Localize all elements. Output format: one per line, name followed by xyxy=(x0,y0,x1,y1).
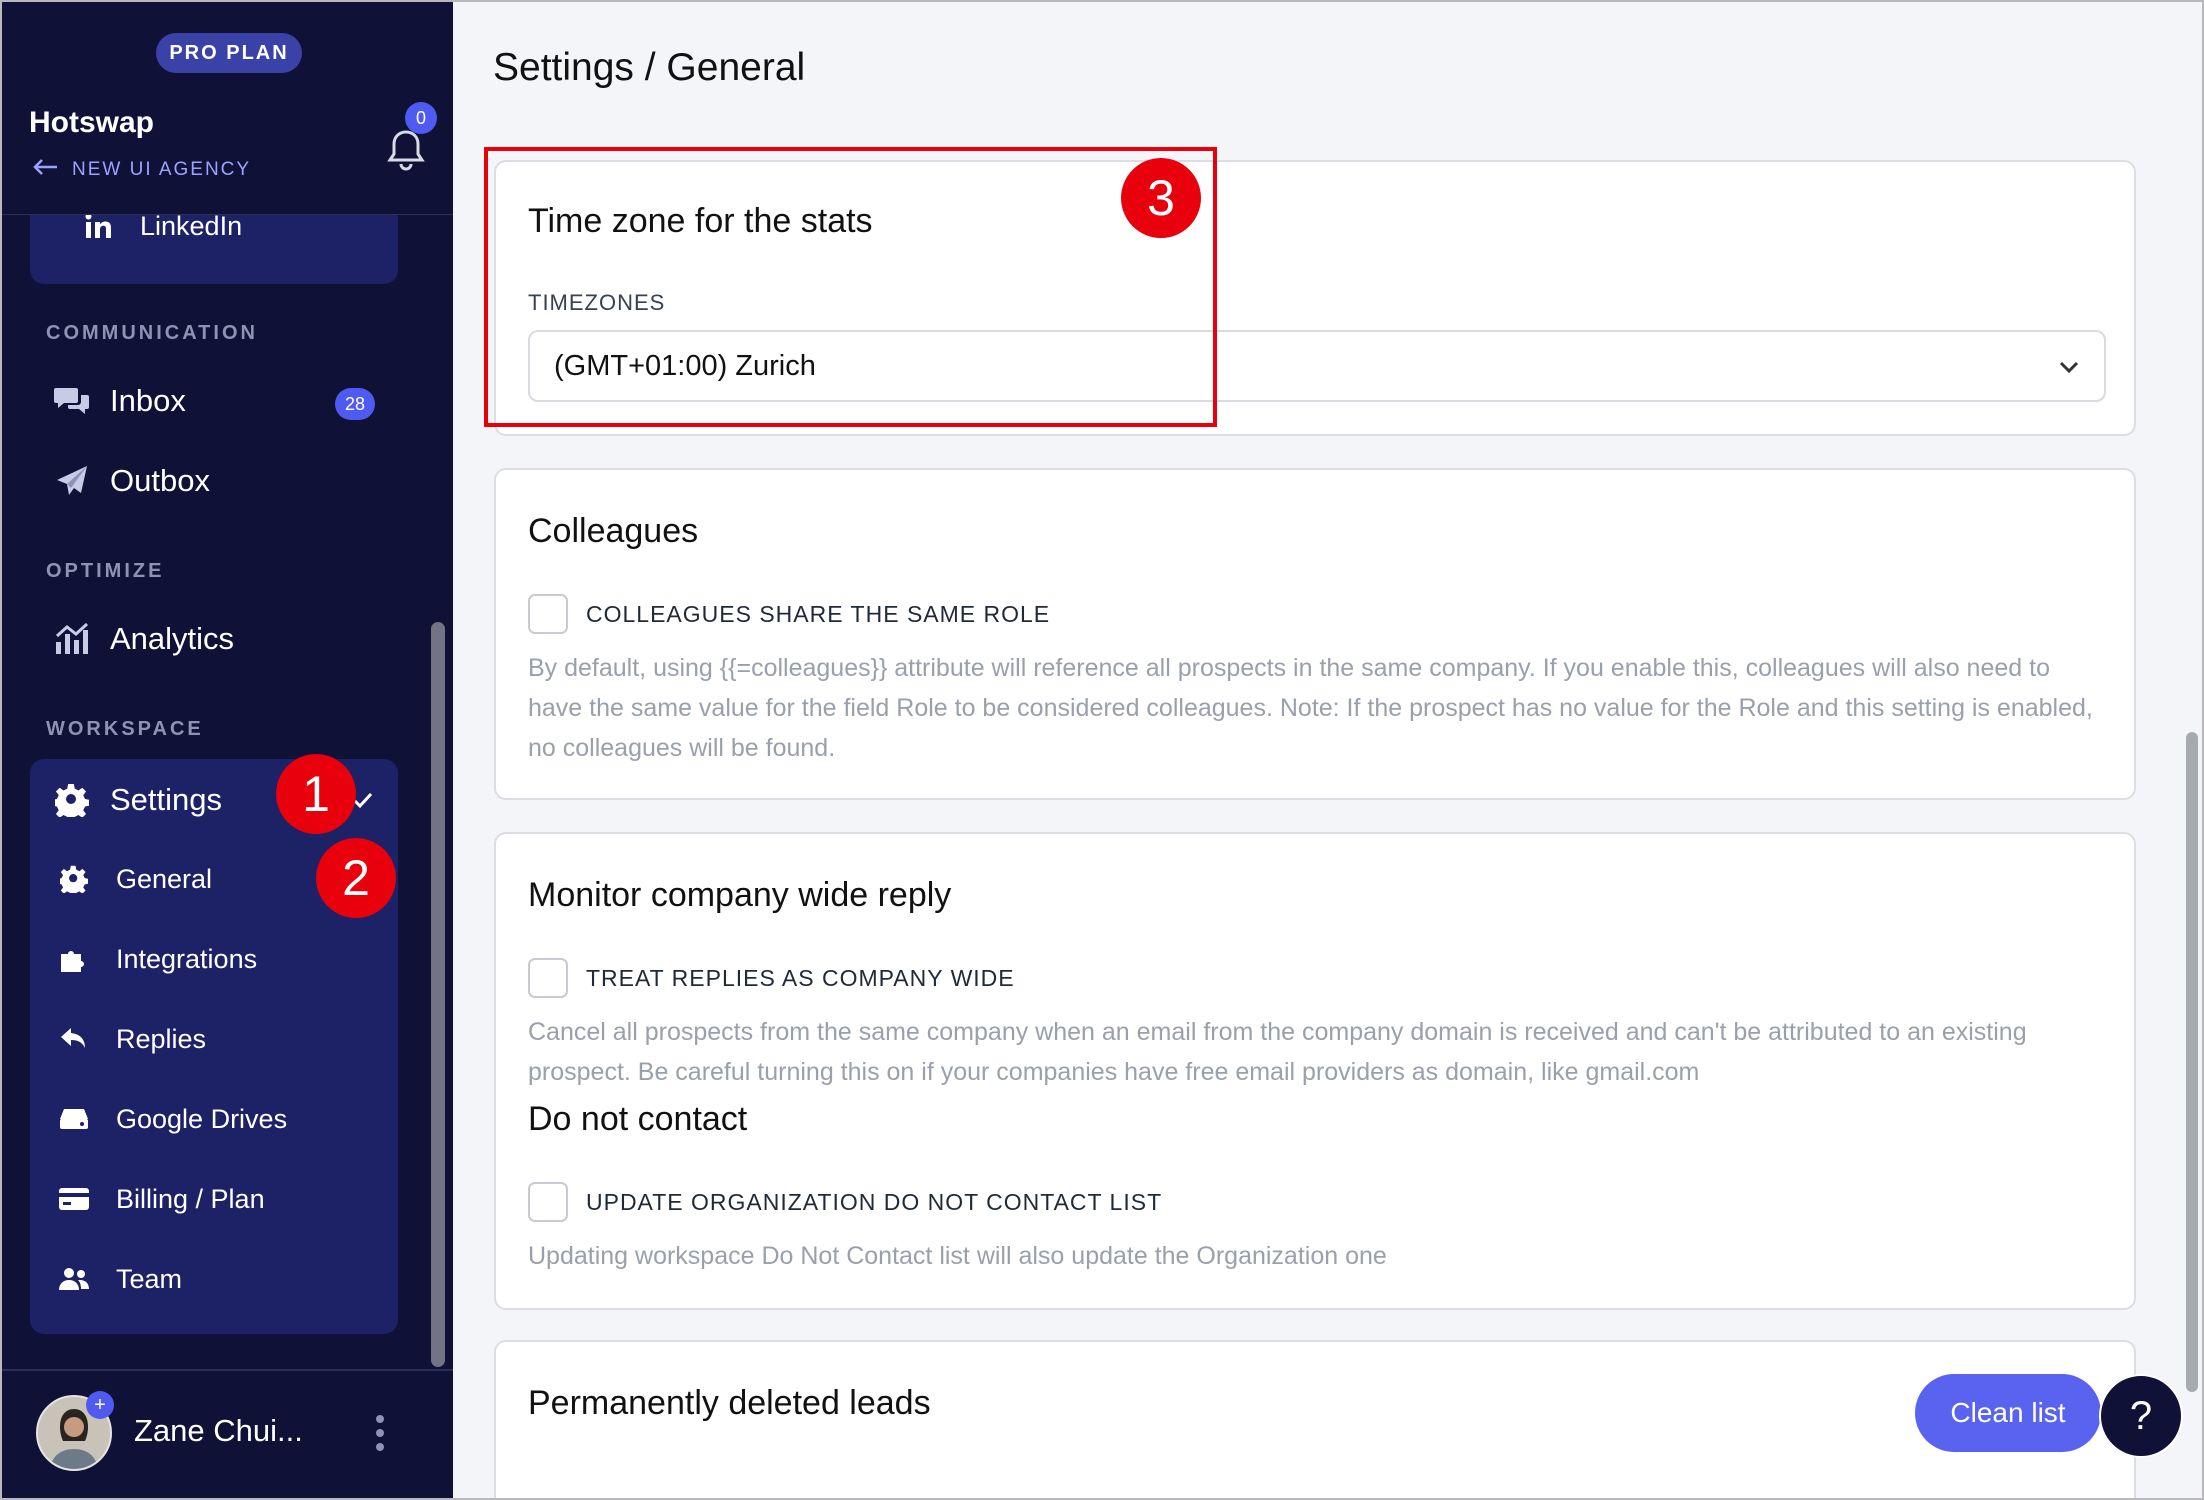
paper-plane-icon xyxy=(52,461,92,501)
help-button[interactable]: ? xyxy=(2099,1374,2183,1458)
user-name[interactable]: Zane Chui... xyxy=(134,1413,303,1449)
notification-count-badge: 0 xyxy=(405,102,437,134)
colleagues-role-option: COLLEAGUES SHARE THE SAME ROLE xyxy=(528,594,1050,634)
sidebar-subitem-replies[interactable]: Replies xyxy=(54,1019,206,1059)
gear-icon xyxy=(52,780,92,820)
page-title: Settings / General xyxy=(493,46,806,89)
step-marker-1: 1 xyxy=(276,754,356,834)
inbox-count-badge: 28 xyxy=(335,388,375,420)
main-content: Settings / General Time zone for the sta… xyxy=(453,2,2202,1498)
app-window: LinkedIn COMMUNICATION Inbox 28 Outbox O… xyxy=(0,0,2204,1500)
sidebar-scrollbar[interactable] xyxy=(431,622,445,1367)
plan-badge: PRO PLAN xyxy=(156,33,302,73)
drive-icon xyxy=(54,1099,94,1139)
sidebar-subitem-label: Integrations xyxy=(116,943,258,974)
sidebar-subitem-integrations[interactable]: Integrations xyxy=(54,939,257,979)
sidebar-subitem-team[interactable]: Team xyxy=(54,1259,182,1299)
puzzle-icon xyxy=(54,939,94,979)
sidebar-item-analytics[interactable]: Analytics xyxy=(52,619,234,659)
card-title: Permanently deleted leads xyxy=(528,1384,931,1422)
bell-icon[interactable] xyxy=(385,128,427,172)
clean-list-button[interactable]: Clean list xyxy=(1915,1374,2101,1452)
sidebar-header: PRO PLAN Hotswap NEW UI AGENCY 0 xyxy=(2,2,453,215)
sidebar-subitem-general[interactable]: General xyxy=(54,859,212,899)
deleted-leads-card: Permanently deleted leads xyxy=(494,1340,2136,1498)
chevron-down-icon xyxy=(2054,352,2084,382)
section-label-workspace: WORKSPACE xyxy=(46,718,204,740)
sidebar-subitem-label: Team xyxy=(116,1263,183,1294)
sidebar-item-inbox[interactable]: Inbox xyxy=(52,381,186,421)
sidebar-item-label: Outbox xyxy=(110,463,210,498)
section-label-communication: COMMUNICATION xyxy=(46,322,258,344)
main-scrollbar[interactable] xyxy=(2186,732,2198,1392)
annotation-box xyxy=(484,147,1217,427)
company-wide-checkbox[interactable] xyxy=(528,958,568,998)
sidebar-item-label: Settings xyxy=(110,782,223,817)
company-wide-option: TREAT REPLIES AS COMPANY WIDE xyxy=(528,958,1015,998)
dnc-checkbox[interactable] xyxy=(528,1182,568,1222)
gear-icon xyxy=(54,859,94,899)
sidebar-subitem-label: Replies xyxy=(116,1023,207,1054)
workspace-name[interactable]: Hotswap xyxy=(29,106,154,140)
section-label-optimize: OPTIMIZE xyxy=(46,560,165,582)
sidebar-item-label: Analytics xyxy=(110,621,235,656)
sidebar-item-label: Inbox xyxy=(110,383,186,418)
agency-back-link[interactable]: NEW UI AGENCY xyxy=(32,158,251,182)
add-account-button[interactable]: + xyxy=(86,1391,114,1419)
linkedin-icon xyxy=(78,214,118,246)
reply-icon xyxy=(54,1019,94,1059)
sidebar-subitem-google-drives[interactable]: Google Drives xyxy=(54,1099,287,1139)
step-marker-2: 2 xyxy=(316,838,396,918)
sidebar-subitem-label: Google Drives xyxy=(116,1103,288,1134)
monitor-reply-card: Monitor company wide reply TREAT REPLIES… xyxy=(494,832,2136,1310)
sidebar-subitem-label: Billing / Plan xyxy=(116,1183,265,1214)
help-text: By default, using {{=colleagues}} attrib… xyxy=(528,654,2093,762)
analytics-icon xyxy=(52,619,92,659)
sidebar-subitem-billing-plan[interactable]: Billing / Plan xyxy=(54,1179,265,1219)
checkbox-label: UPDATE ORGANIZATION DO NOT CONTACT LIST xyxy=(586,1188,1163,1215)
sidebar: LinkedIn COMMUNICATION Inbox 28 Outbox O… xyxy=(2,2,453,1498)
help-text: Cancel all prospects from the same compa… xyxy=(528,1018,2027,1086)
agency-link-label: NEW UI AGENCY xyxy=(72,159,252,180)
card-title: Colleagues xyxy=(528,512,699,550)
sidebar-item-linkedin[interactable]: LinkedIn xyxy=(78,214,242,246)
sidebar-item-outbox[interactable]: Outbox xyxy=(52,461,210,501)
checkbox-label: TREAT REPLIES AS COMPANY WIDE xyxy=(586,964,1015,991)
user-footer: + Zane Chui... xyxy=(2,1369,453,1498)
arrow-left-icon xyxy=(32,158,58,182)
colleagues-role-checkbox[interactable] xyxy=(528,594,568,634)
sidebar-item-settings[interactable]: Settings xyxy=(52,780,222,820)
sidebar-subitem-label: General xyxy=(116,863,213,894)
do-not-contact-title: Do not contact xyxy=(528,1100,748,1138)
kebab-menu-icon[interactable] xyxy=(372,1413,388,1453)
sidebar-item-label: LinkedIn xyxy=(140,214,243,241)
chat-bubbles-icon xyxy=(52,381,92,421)
sidebar-nav[interactable]: LinkedIn COMMUNICATION Inbox 28 Outbox O… xyxy=(2,214,422,1369)
dnc-option: UPDATE ORGANIZATION DO NOT CONTACT LIST xyxy=(528,1182,1162,1222)
credit-card-icon xyxy=(54,1179,94,1219)
help-text: Updating workspace Do Not Contact list w… xyxy=(528,1242,1387,1270)
step-marker-3: 3 xyxy=(1121,158,1201,238)
card-title: Monitor company wide reply xyxy=(528,876,952,914)
team-icon xyxy=(54,1259,94,1299)
checkbox-label: COLLEAGUES SHARE THE SAME ROLE xyxy=(586,600,1051,627)
colleagues-card: Colleagues COLLEAGUES SHARE THE SAME ROL… xyxy=(494,468,2136,800)
